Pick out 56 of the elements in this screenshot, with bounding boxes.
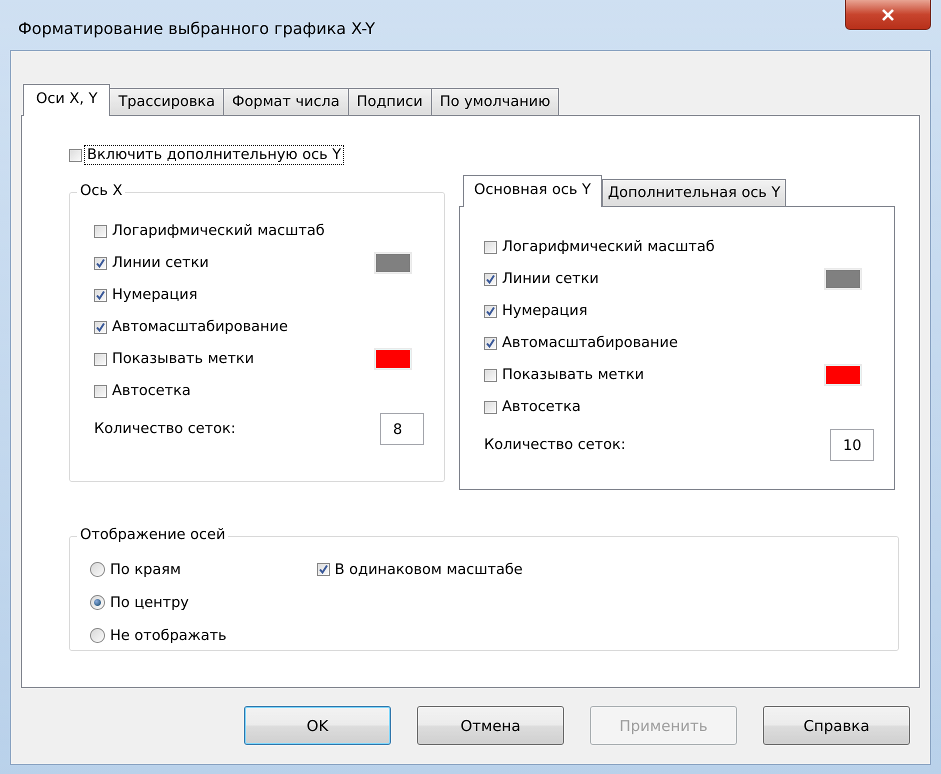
checkbox[interactable] (69, 148, 82, 162)
checkbox-label[interactable]: Показывать метки (107, 351, 254, 367)
checkbox[interactable] (94, 320, 107, 334)
radio-label[interactable]: По краям (105, 562, 181, 578)
checkbox-label[interactable]: Нумерация (497, 303, 588, 319)
grid-count-label: Количество сеток: (94, 421, 236, 437)
grid-count-label: Количество сеток: (484, 437, 626, 453)
checkbox[interactable] (484, 336, 497, 350)
checkbox[interactable] (94, 288, 107, 302)
checkbox[interactable] (94, 256, 107, 270)
color-swatch[interactable] (374, 252, 412, 274)
dialog-button[interactable]: Справка (763, 706, 910, 745)
checkbox-label[interactable]: Автомасштабирование (497, 335, 678, 351)
color-swatch[interactable] (824, 364, 862, 386)
checkbox[interactable] (484, 400, 497, 414)
checkbox[interactable] (484, 240, 497, 254)
color-swatch[interactable] (824, 268, 862, 290)
checkbox-label[interactable]: Включить дополнительную ось Y (85, 146, 344, 164)
grid-count-field[interactable]: 10 (830, 429, 874, 461)
checkbox[interactable] (484, 304, 497, 318)
dialog-button[interactable]: Отмена (417, 706, 564, 745)
ok-button[interactable]: OK (244, 706, 391, 745)
checkbox-label[interactable]: Нумерация (107, 287, 198, 303)
color-swatch[interactable] (374, 348, 412, 370)
tab[interactable]: Дополнительная ось Y (602, 179, 786, 206)
checkbox-label[interactable]: Логарифмический масштаб (497, 239, 715, 255)
tab[interactable]: Подписи (348, 88, 432, 115)
checkbox-label[interactable]: Линии сетки (497, 271, 599, 287)
checkbox-label[interactable]: Линии сетки (107, 255, 209, 271)
close-button[interactable] (845, 0, 931, 30)
tab[interactable]: По умолчанию (430, 88, 560, 115)
tab[interactable]: Основная ось Y (463, 175, 602, 207)
tab[interactable]: Трассировка (109, 88, 224, 115)
checkbox-label[interactable]: Автосетка (107, 383, 191, 399)
group-title: Отображение осей (77, 527, 228, 543)
checkbox[interactable] (484, 272, 497, 286)
checkbox[interactable] (484, 368, 497, 382)
checkbox-label[interactable]: Автомасштабирование (107, 319, 288, 335)
checkbox[interactable] (94, 384, 107, 398)
radio-button[interactable] (90, 595, 105, 610)
checkbox[interactable] (94, 224, 107, 238)
radio-label[interactable]: По центру (105, 594, 189, 610)
checkbox[interactable] (94, 352, 107, 366)
grid-count-field[interactable]: 8 (380, 413, 424, 445)
close-icon (881, 8, 895, 20)
checkbox-label[interactable]: Логарифмический масштаб (107, 223, 325, 239)
radio-button[interactable] (90, 628, 105, 643)
checkbox[interactable] (316, 563, 330, 576)
radio-label[interactable]: Не отображать (105, 628, 227, 644)
checkbox-label[interactable]: Автосетка (497, 399, 581, 415)
tab[interactable]: Оси X, Y (23, 84, 110, 116)
checkbox-label[interactable]: Показывать метки (497, 367, 644, 383)
radio-button[interactable] (90, 562, 105, 577)
checkbox-label[interactable]: В одинаковом масштабе (330, 562, 523, 578)
tab[interactable]: Формат числа (223, 88, 349, 115)
window-title: Форматирование выбранного графика X-Y (17, 18, 375, 38)
